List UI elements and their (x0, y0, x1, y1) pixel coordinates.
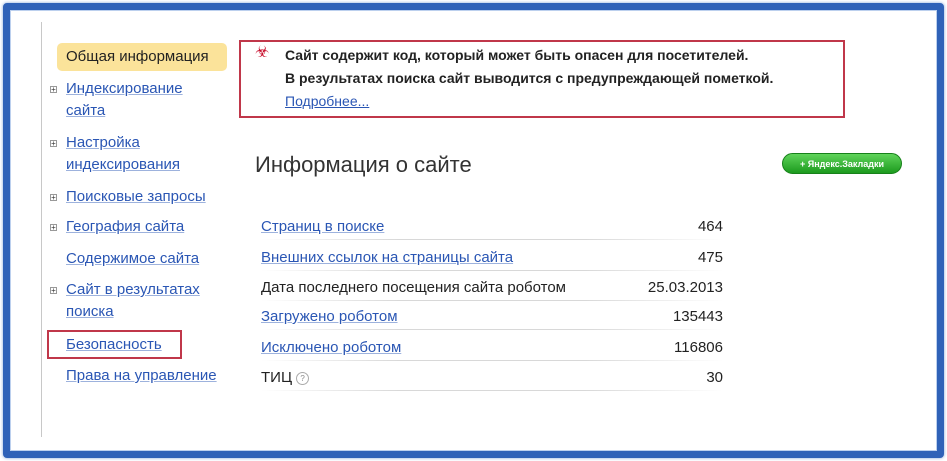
sidebar-item-label: Сайт в результатах (66, 281, 200, 298)
stat-value: 464 (697, 218, 723, 235)
stat-label-wrap: ТИЦ? (261, 367, 310, 389)
page-content: Общая информация + Индексирование сайта … (0, 0, 947, 461)
stat-value: 30 (706, 369, 723, 386)
sidebar-item-label: Настройка (66, 134, 140, 151)
expand-icon[interactable]: + (50, 140, 57, 148)
sidebar-item-general-info[interactable]: Общая информация (57, 43, 227, 71)
sidebar-item-label: Индексирование (66, 80, 183, 97)
more-info-link[interactable]: Подробнее... (285, 91, 369, 111)
stat-label[interactable]: Загружено роботом (261, 306, 398, 328)
sidebar-item-label: Поисковые запросы (66, 188, 206, 205)
stat-value: 116806 (674, 339, 723, 356)
sidebar-item-label: География сайта (66, 218, 185, 235)
row-divider (261, 390, 723, 391)
sidebar-item-search-results[interactable]: Сайт в результатах поиска (66, 279, 236, 323)
stat-label[interactable]: Внешних ссылок на страницы сайта (261, 247, 513, 269)
expand-icon[interactable]: + (50, 224, 57, 232)
stat-label: Дата последнего посещения сайта роботом (261, 279, 566, 296)
biohazard-icon: ☣ (255, 44, 270, 61)
sidebar-item-label: Права на управление (66, 367, 217, 384)
stat-row: Загружено роботом 135443 (261, 306, 723, 330)
sidebar-item-site-geography[interactable]: География сайта (66, 216, 236, 238)
stat-row: ТИЦ? 30 (261, 367, 723, 391)
sidebar-item-search-queries[interactable]: Поисковые запросы (66, 186, 236, 208)
expand-icon[interactable]: + (50, 86, 57, 94)
expand-icon[interactable]: + (50, 287, 57, 295)
stat-row: Внешних ссылок на страницы сайта 475 (261, 247, 723, 271)
row-divider (261, 360, 723, 361)
page-title: Информация о сайте (255, 152, 472, 177)
stat-value: 135443 (672, 308, 723, 325)
stat-label[interactable]: Страниц в поиске (261, 216, 384, 238)
sidebar-item-indexing[interactable]: Индексирование сайта (66, 78, 236, 122)
stat-row: Исключено роботом 116806 (261, 337, 723, 361)
stat-label: ТИЦ (261, 369, 293, 386)
warning-text-line1: Сайт содержит код, который может быть оп… (285, 47, 749, 63)
row-divider (261, 239, 723, 240)
sidebar-item-label: сайта (66, 102, 106, 119)
sidebar-item-security[interactable]: Безопасность (66, 334, 236, 356)
sidebar-item-label: индексирования (66, 156, 180, 173)
add-bookmark-button[interactable]: + Яндекс.Закладки (782, 153, 902, 174)
sidebar-item-label: поиска (66, 303, 114, 320)
sidebar-divider (41, 22, 42, 437)
help-icon[interactable]: ? (296, 371, 310, 385)
stat-value: 25.03.2013 (647, 279, 723, 296)
expand-icon[interactable]: + (50, 194, 57, 202)
stat-row: Страниц в поиске 464 (261, 216, 723, 240)
sidebar-item-access-rights[interactable]: Права на управление (66, 365, 236, 387)
stat-label[interactable]: Исключено роботом (261, 337, 401, 359)
warning-text-line2: В результатах поиска сайт выводится с пр… (285, 70, 774, 86)
sidebar-item-label: Содержимое сайта (66, 250, 200, 267)
row-divider (261, 270, 723, 271)
stat-value: 475 (697, 249, 723, 266)
sidebar-item-label: Безопасность (66, 336, 162, 353)
sidebar-item-site-content[interactable]: Содержимое сайта (66, 248, 236, 270)
row-divider (261, 329, 723, 330)
sidebar-item-indexing-settings[interactable]: Настройка индексирования (66, 132, 236, 176)
stat-row: Дата последнего посещения сайта роботом … (261, 277, 723, 301)
row-divider (261, 300, 723, 301)
